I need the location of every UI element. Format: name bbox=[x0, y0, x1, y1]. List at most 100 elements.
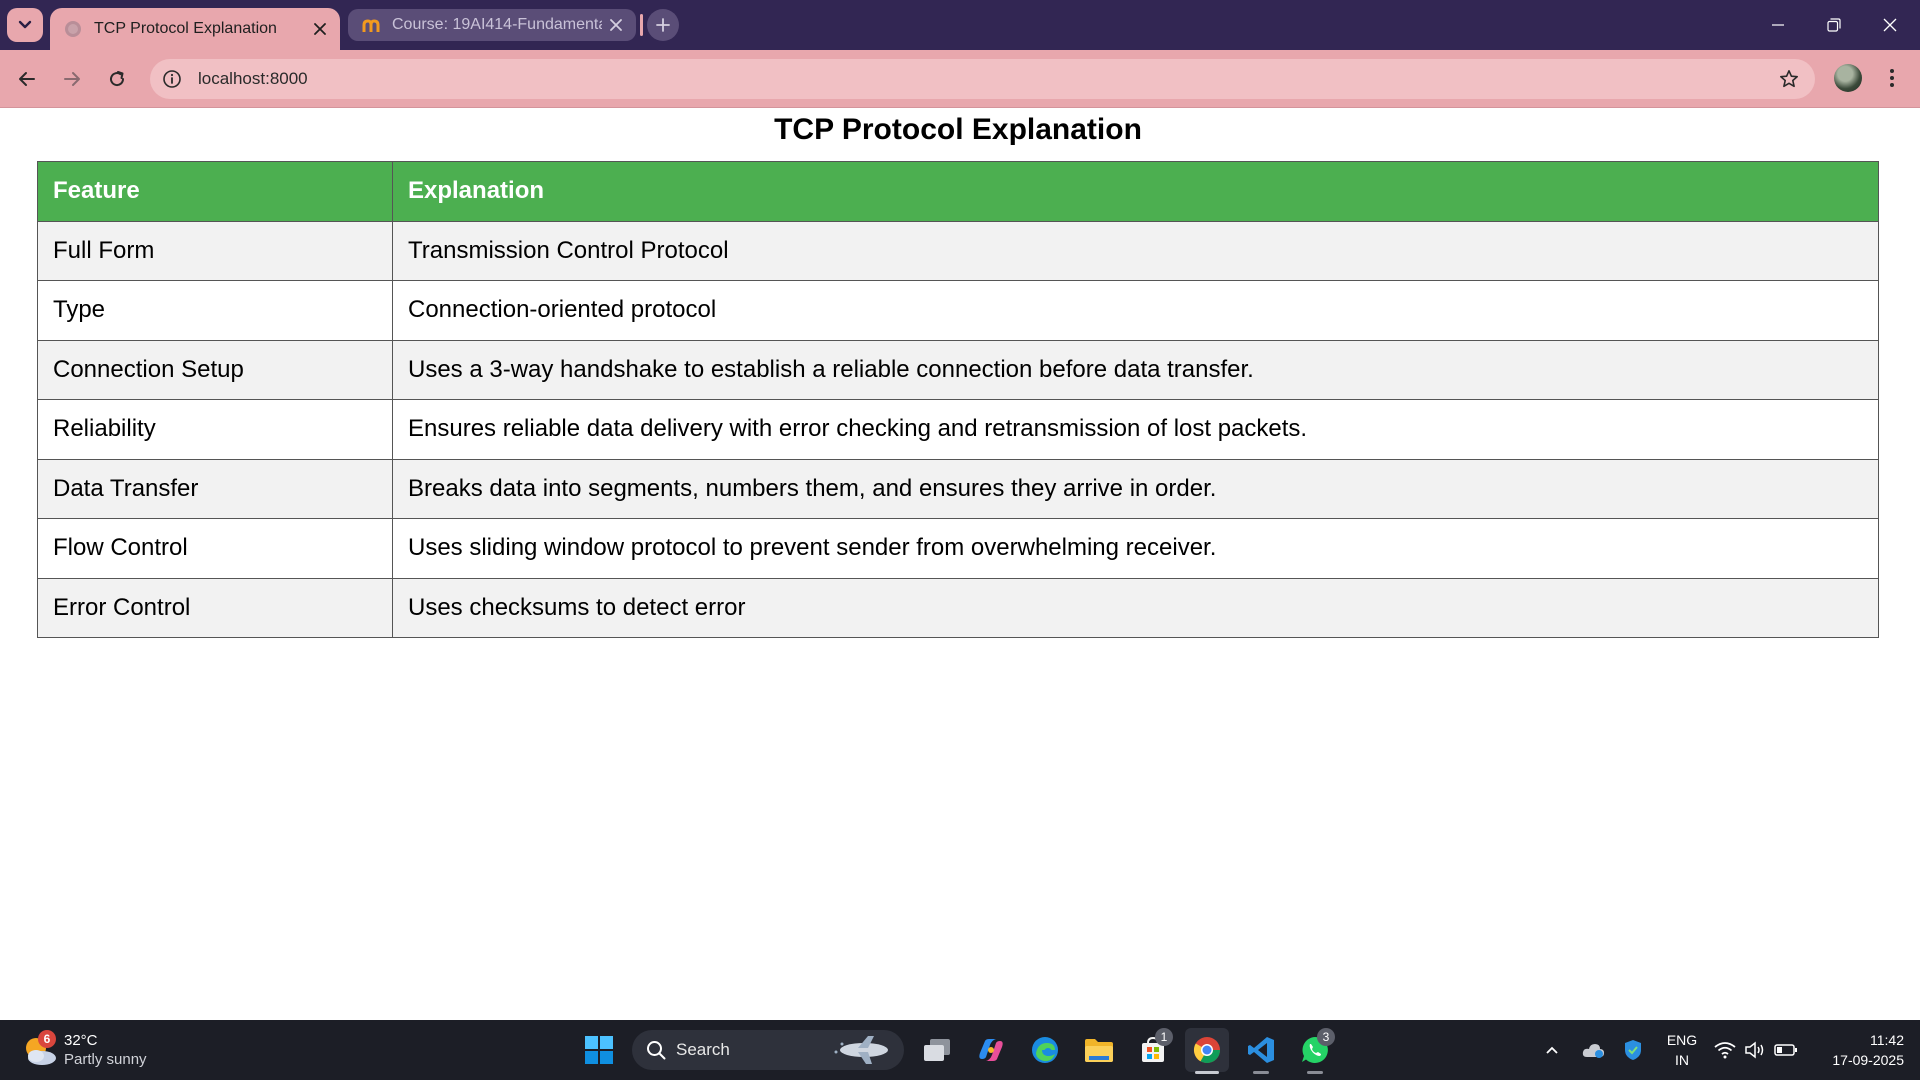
weather-temperature: 32°C bbox=[64, 1032, 98, 1049]
system-clock[interactable]: 11:42 17-09-2025 bbox=[1808, 1030, 1904, 1070]
onedrive-tray-icon[interactable] bbox=[1578, 1034, 1608, 1066]
table-row: Type Connection-oriented protocol bbox=[37, 280, 1879, 341]
shield-icon bbox=[1625, 1040, 1641, 1060]
explanation-cell: Uses sliding window protocol to prevent … bbox=[392, 518, 1879, 579]
feature-cell: Flow Control bbox=[37, 518, 393, 579]
whatsapp-badge: 3 bbox=[1317, 1028, 1335, 1046]
windows-taskbar: 6 32°C Partly sunny Search 1 3 ENG IN 11… bbox=[0, 1020, 1920, 1080]
moodle-icon bbox=[362, 19, 380, 32]
explanation-cell: Breaks data into segments, numbers them,… bbox=[392, 458, 1879, 519]
back-button[interactable] bbox=[8, 60, 46, 98]
explanation-cell: Ensures reliable data delivery with erro… bbox=[392, 399, 1879, 460]
feature-cell: Full Form bbox=[37, 220, 393, 281]
vscode-icon bbox=[1248, 1037, 1274, 1063]
battery-icon bbox=[1774, 1044, 1797, 1056]
browser-tab-bar: TCP Protocol Explanation Course: 19AI414… bbox=[0, 0, 1920, 50]
store-button[interactable]: 1 bbox=[1131, 1028, 1175, 1072]
feature-cell: Error Control bbox=[37, 577, 393, 638]
new-tab-button[interactable] bbox=[647, 9, 679, 41]
forward-button[interactable] bbox=[53, 60, 91, 98]
cloud-icon bbox=[1582, 1044, 1604, 1058]
restore-button[interactable] bbox=[1806, 0, 1862, 50]
column-header-feature: Feature bbox=[37, 161, 393, 222]
battery-tray-icon[interactable] bbox=[1772, 1034, 1800, 1066]
running-indicator bbox=[1253, 1071, 1269, 1074]
table-header-row: Feature Explanation bbox=[37, 161, 1879, 222]
weather-badge: 6 bbox=[38, 1030, 56, 1048]
store-badge: 1 bbox=[1155, 1028, 1173, 1046]
start-button[interactable] bbox=[577, 1028, 621, 1072]
table-row: Full Form Transmission Control Protocol bbox=[37, 220, 1879, 281]
vscode-button[interactable] bbox=[1239, 1028, 1283, 1074]
address-text: localhost:8000 bbox=[198, 69, 308, 88]
wifi-tray-icon[interactable] bbox=[1712, 1034, 1738, 1066]
minimize-icon bbox=[1772, 24, 1784, 26]
feature-cell: Data Transfer bbox=[37, 458, 393, 519]
browser-menu-button[interactable] bbox=[1880, 60, 1904, 96]
table-row: Reliability Ensures reliable data delive… bbox=[37, 399, 1879, 460]
address-bar[interactable]: localhost:8000 bbox=[150, 59, 1815, 99]
info-icon bbox=[163, 70, 181, 88]
weather-widget[interactable]: 6 32°C Partly sunny bbox=[20, 1028, 147, 1072]
explanation-cell: Uses a 3-way handshake to establish a re… bbox=[392, 339, 1879, 400]
star-icon bbox=[1780, 70, 1798, 88]
explanation-cell: Connection-oriented protocol bbox=[392, 280, 1879, 341]
taskbar-search[interactable]: Search bbox=[632, 1030, 904, 1070]
weather-condition: Partly sunny bbox=[64, 1051, 147, 1068]
chevron-up-icon bbox=[1546, 1046, 1558, 1054]
chevron-down-icon bbox=[18, 20, 32, 29]
partly-sunny-icon: 6 bbox=[20, 1030, 60, 1068]
reload-button[interactable] bbox=[98, 60, 136, 98]
running-indicator bbox=[1307, 1071, 1323, 1074]
tcp-table: Feature Explanation Full Form Transmissi… bbox=[37, 161, 1879, 638]
plus-icon bbox=[656, 18, 670, 32]
language-code: ENG bbox=[1666, 1032, 1698, 1048]
window-close-button[interactable] bbox=[1862, 0, 1918, 50]
file-explorer-button[interactable] bbox=[1077, 1028, 1121, 1072]
security-tray-icon[interactable] bbox=[1618, 1034, 1648, 1066]
explanation-cell: Transmission Control Protocol bbox=[392, 220, 1879, 281]
tab-search-button[interactable] bbox=[7, 8, 43, 42]
tab-close-button[interactable] bbox=[602, 11, 630, 39]
folder-icon bbox=[1085, 1039, 1113, 1062]
more-vertical-icon bbox=[1890, 69, 1894, 87]
tab-title: Course: 19AI414-Fundamentals bbox=[392, 16, 602, 33]
chrome-icon bbox=[1193, 1037, 1221, 1064]
table-row: Data Transfer Breaks data into segments,… bbox=[37, 458, 1879, 519]
whatsapp-button[interactable]: 3 bbox=[1293, 1028, 1337, 1074]
bookmark-button[interactable] bbox=[1777, 67, 1801, 91]
feature-cell: Reliability bbox=[37, 399, 393, 460]
feature-cell: Connection Setup bbox=[37, 339, 393, 400]
search-label: Search bbox=[676, 1040, 730, 1059]
reload-icon bbox=[110, 71, 125, 87]
tab-close-button[interactable] bbox=[306, 15, 334, 43]
tab-course[interactable]: Course: 19AI414-Fundamentals bbox=[348, 9, 636, 41]
globe-icon bbox=[65, 21, 81, 37]
profile-avatar[interactable] bbox=[1834, 64, 1862, 92]
browser-toolbar: localhost:8000 bbox=[0, 50, 1920, 108]
close-icon bbox=[314, 23, 326, 35]
task-view-button[interactable] bbox=[915, 1028, 959, 1072]
wifi-icon bbox=[1714, 1042, 1736, 1059]
windows-icon bbox=[585, 1036, 613, 1064]
explanation-cell: Uses checksums to detect error bbox=[392, 577, 1879, 638]
chrome-button[interactable] bbox=[1185, 1028, 1229, 1074]
table-row: Error Control Uses checksums to detect e… bbox=[37, 577, 1879, 638]
airplane-icon bbox=[834, 1036, 888, 1064]
minimize-button[interactable] bbox=[1750, 0, 1806, 50]
feature-cell: Type bbox=[37, 280, 393, 341]
page-title: TCP Protocol Explanation bbox=[774, 113, 1142, 146]
show-hidden-icons-button[interactable] bbox=[1538, 1034, 1566, 1066]
site-info-button[interactable] bbox=[154, 61, 190, 97]
table-row: Flow Control Uses sliding window protoco… bbox=[37, 518, 1879, 579]
search-icon bbox=[647, 1041, 666, 1060]
restore-icon bbox=[1827, 18, 1841, 32]
table-row: Connection Setup Uses a 3-way handshake … bbox=[37, 339, 1879, 400]
edge-button[interactable] bbox=[1023, 1028, 1067, 1072]
tab-title: TCP Protocol Explanation bbox=[94, 20, 277, 37]
tab-tcp-protocol[interactable]: TCP Protocol Explanation bbox=[50, 8, 340, 50]
language-indicator[interactable]: ENG IN bbox=[1662, 1030, 1702, 1070]
task-view-icon bbox=[924, 1039, 950, 1061]
volume-tray-icon[interactable] bbox=[1742, 1034, 1768, 1066]
copilot-button[interactable] bbox=[969, 1028, 1013, 1072]
